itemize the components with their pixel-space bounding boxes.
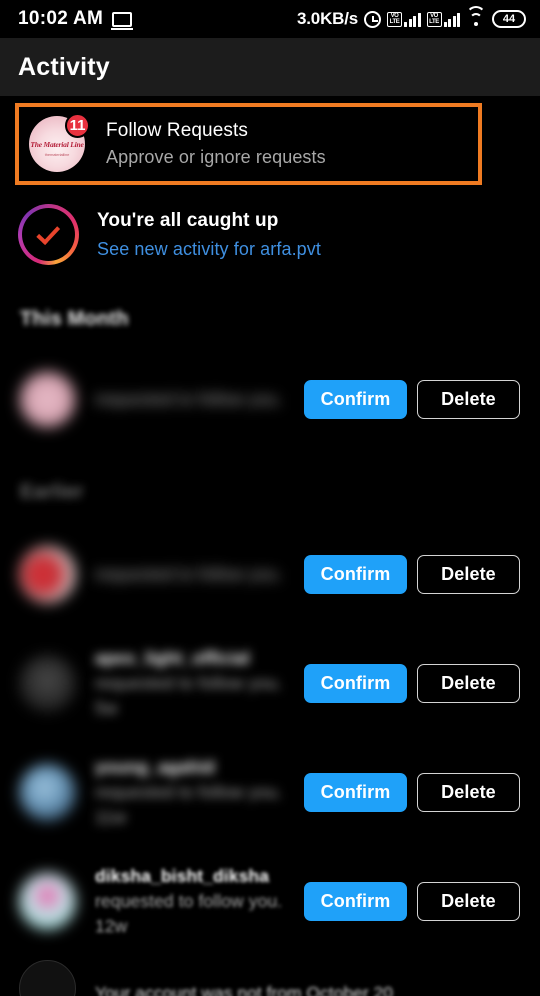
request-username[interactable]: apex_light_official (95, 648, 250, 668)
phone-screen: 10:02 AM 3.0KB/s VO LTE VO LTE 44 Activi… (0, 0, 540, 996)
avatar: The Material Line thematerialline 11 (29, 113, 90, 172)
request-action: requested to follow (95, 672, 244, 693)
request-text: requested to follow you. (95, 387, 291, 412)
request-text: apex_light_official requested to follow … (95, 646, 291, 721)
delete-button[interactable]: Delete (417, 663, 520, 703)
request-action: requested to follow (95, 890, 244, 911)
user-avatar[interactable] (19, 872, 76, 930)
wifi-icon (466, 5, 486, 27)
user-avatar[interactable] (19, 545, 76, 603)
check-circle-icon (18, 204, 79, 265)
table-row[interactable]: requested to follow you. Confirm Delete (0, 526, 540, 622)
network-speed-label: 3.0KB/s (297, 9, 358, 28)
confirm-button[interactable]: Confirm (304, 881, 407, 921)
follow-requests-title: Follow Requests (106, 120, 248, 141)
user-avatar[interactable] (19, 370, 76, 428)
user-avatar[interactable] (19, 960, 76, 996)
confirm-button[interactable]: Confirm (304, 772, 407, 812)
table-row[interactable]: diksha_bisht_diksha requested to follow … (0, 853, 540, 949)
request-you: you. (248, 388, 283, 409)
status-clock: 10:02 AM (18, 8, 104, 29)
page-title: Activity (18, 52, 110, 81)
follow-requests-subtitle: Approve or ignore requests (106, 147, 326, 167)
request-action: requested to follow (95, 781, 244, 802)
status-bar: 10:02 AM 3.0KB/s VO LTE VO LTE 44 (0, 0, 540, 38)
table-row[interactable]: requested to follow you. Confirm Delete (0, 351, 540, 447)
confirm-button[interactable]: Confirm (304, 554, 407, 594)
see-new-activity-link[interactable]: See new activity for arfa.pvt (97, 239, 321, 260)
delete-button[interactable]: Delete (417, 554, 520, 594)
delete-button[interactable]: Delete (417, 881, 520, 921)
caught-up-row[interactable]: You're all caught up See new activity fo… (18, 204, 321, 265)
sim2-signal-group: VO LTE (426, 11, 460, 27)
request-time: 5w (95, 697, 118, 718)
app-header: Activity (0, 38, 540, 96)
status-bar-right: 3.0KB/s VO LTE VO LTE 44 (297, 5, 526, 29)
volte-icon: VO LTE (426, 11, 442, 27)
request-username[interactable]: diksha_bisht_diksha (95, 866, 269, 886)
follow-requests-row[interactable]: The Material Line thematerialline 11 Fol… (15, 103, 482, 185)
caught-up-title: You're all caught up (97, 209, 279, 231)
user-avatar[interactable] (19, 763, 76, 821)
notification-text: Your account was not from October 20 (95, 983, 393, 996)
sim1-signal-group: VO LTE (387, 11, 421, 27)
request-you: you. (248, 672, 283, 693)
request-text: diksha_bisht_diksha requested to follow … (95, 864, 291, 939)
table-row[interactable]: apex_light_official requested to follow … (0, 635, 540, 731)
request-username[interactable]: young_agahid (95, 757, 215, 777)
battery-indicator: 44 (492, 10, 526, 28)
confirm-button[interactable]: Confirm (304, 379, 407, 419)
request-you: you. (248, 781, 283, 802)
volte-icon: VO LTE (387, 11, 402, 27)
signal-bars-icon (404, 12, 421, 27)
table-row[interactable]: young_agahid requested to follow you. 11… (0, 744, 540, 840)
request-action: requested to follow (95, 563, 244, 584)
user-avatar[interactable] (19, 654, 76, 712)
avatar-text-primary: The Material Line (30, 139, 84, 149)
avatar-text-secondary: thematerialline (44, 151, 70, 157)
request-you: you. (248, 563, 283, 584)
request-time: 12w (95, 915, 128, 936)
signal-bars-icon (443, 12, 460, 27)
request-you: you. (248, 890, 283, 911)
cast-screen-icon (111, 11, 134, 30)
follow-request-count-badge: 11 (65, 113, 90, 138)
list-item[interactable]: Your account was not from October 20 (0, 955, 540, 996)
status-bar-left: 10:02 AM (18, 8, 134, 30)
activity-list: The Material Line thematerialline 11 Fol… (0, 96, 540, 996)
request-action: requested to follow (95, 388, 244, 409)
delete-button[interactable]: Delete (417, 772, 520, 812)
request-time: 11w (95, 806, 127, 827)
request-text: young_agahid requested to follow you. 11… (95, 755, 291, 830)
section-header-earlier: Earlier (20, 481, 84, 503)
delete-button[interactable]: Delete (417, 379, 520, 419)
section-header-this-month: This Month (20, 308, 129, 330)
alarm-clock-icon (364, 10, 381, 28)
request-text: requested to follow you. (95, 562, 291, 587)
confirm-button[interactable]: Confirm (304, 663, 407, 703)
